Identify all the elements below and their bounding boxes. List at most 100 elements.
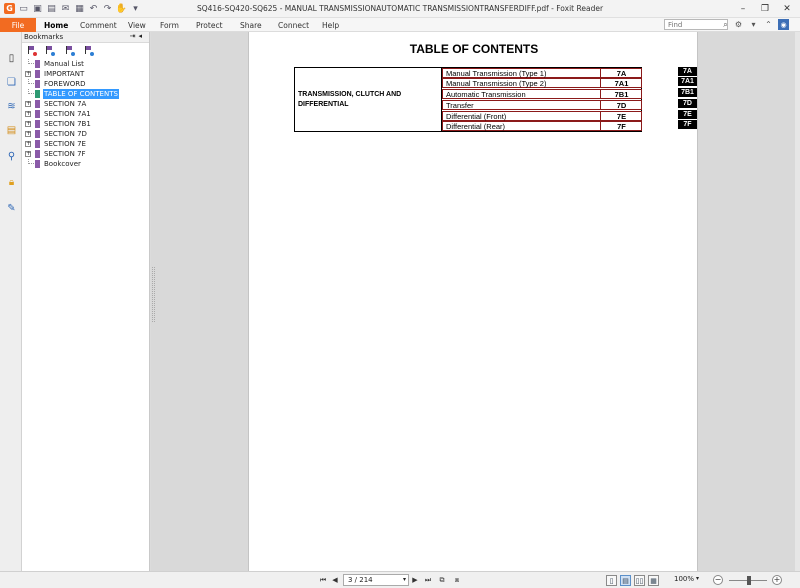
maximize-button[interactable]: ❐: [754, 1, 776, 16]
expand-icon[interactable]: ▾: [748, 19, 759, 30]
first-page-icon[interactable]: ⏮: [318, 575, 328, 585]
user-account-icon[interactable]: ◉: [778, 19, 789, 30]
bookmark-item[interactable]: FOREWORD: [22, 79, 149, 89]
toc-link-row[interactable]: Transfer 7D: [442, 100, 642, 110]
zoom-slider-thumb[interactable]: [747, 576, 751, 585]
bookmark-label[interactable]: SECTION 7F: [43, 149, 87, 159]
options-icon[interactable]: ⚙: [733, 19, 744, 30]
comments-icon[interactable]: ▤: [5, 124, 18, 137]
next-view-icon[interactable]: ⧈: [452, 575, 462, 585]
expand-toggle-icon[interactable]: +: [25, 141, 31, 147]
document-viewport[interactable]: TABLE OF CONTENTS TRANSMISSION, CLUTCH A…: [151, 32, 800, 571]
minimize-ribbon-icon[interactable]: ⌃: [763, 19, 774, 30]
bookmark-item-selected[interactable]: TABLE OF CONTENTS: [22, 89, 149, 99]
next-page-icon[interactable]: ▶: [410, 575, 420, 585]
toc-link-row[interactable]: Manual Transmission (Type 1) 7A: [442, 68, 642, 78]
previous-page-icon[interactable]: ◀: [330, 575, 340, 585]
previous-view-icon[interactable]: ⧉: [437, 575, 447, 585]
file-menu-button[interactable]: File: [0, 18, 36, 32]
toc-entry-code: 7F: [617, 122, 626, 131]
bookmark-item[interactable]: + SECTION 7E: [22, 139, 149, 149]
find-input[interactable]: [664, 19, 728, 30]
security-lock-icon[interactable]: 🔒︎: [5, 176, 18, 189]
bookmark-label[interactable]: SECTION 7A: [43, 99, 87, 109]
close-button[interactable]: ✕: [776, 1, 798, 16]
bookmark-item[interactable]: + IMPORTANT: [22, 69, 149, 79]
bookmark-options-icon[interactable]: [84, 46, 94, 56]
bookmark-icon: [35, 120, 40, 128]
expand-toggle-icon[interactable]: +: [25, 111, 31, 117]
tree-connector: [28, 59, 34, 64]
bookmark-label[interactable]: Bookcover: [43, 159, 82, 169]
zoom-out-icon[interactable]: −: [713, 575, 723, 585]
zoom-level: 100%: [674, 575, 695, 583]
tab-view[interactable]: View: [128, 18, 146, 32]
section-tab[interactable]: 7B1: [678, 88, 697, 97]
page-number-field[interactable]: 3 / 214 ▾: [343, 574, 409, 586]
toc-group-label: TRANSMISSION, CLUTCH AND DIFFERENTIAL: [298, 91, 402, 108]
bookmark-label[interactable]: FOREWORD: [43, 79, 87, 89]
tab-help[interactable]: Help: [322, 18, 339, 32]
bookmark-item[interactable]: + SECTION 7B1: [22, 119, 149, 129]
expand-bookmark-icon[interactable]: [45, 46, 55, 56]
bookmark-label[interactable]: SECTION 7E: [43, 139, 87, 149]
vertical-scrollbar[interactable]: [795, 32, 800, 571]
bookmark-item[interactable]: + SECTION 7A1: [22, 109, 149, 119]
window-controls: – ❐ ✕: [732, 1, 798, 16]
bookmark-label[interactable]: Manual List: [43, 59, 85, 69]
panel-splitter-handle[interactable]: [152, 267, 155, 322]
zoom-in-icon[interactable]: +: [772, 575, 782, 585]
zoom-dropdown-icon[interactable]: ▾: [696, 575, 699, 582]
tab-comment[interactable]: Comment: [80, 18, 117, 32]
bookmark-item[interactable]: + SECTION 7F: [22, 149, 149, 159]
toc-link-row[interactable]: Differential (Rear) 7F: [442, 121, 642, 131]
section-tab[interactable]: 7F: [678, 120, 697, 129]
chevron-down-icon[interactable]: ▾: [403, 575, 406, 585]
expand-toggle-icon[interactable]: +: [25, 131, 31, 137]
last-page-icon[interactable]: ⏭: [423, 575, 433, 585]
continuous-view-icon[interactable]: ▤: [620, 575, 631, 586]
bookmark-label[interactable]: SECTION 7B1: [43, 119, 92, 129]
bookmark-item[interactable]: + SECTION 7A: [22, 99, 149, 109]
expand-toggle-icon[interactable]: +: [25, 71, 31, 77]
attachments-icon[interactable]: ⚲: [5, 150, 18, 163]
facing-view-icon[interactable]: ▯▯: [634, 575, 645, 586]
signature-icon[interactable]: ✎: [5, 202, 18, 215]
bookmark-label[interactable]: IMPORTANT: [43, 69, 85, 79]
toc-link-row[interactable]: Differential (Front) 7E: [442, 111, 642, 121]
pages-thumbnail-icon[interactable]: ❏: [5, 76, 18, 89]
minimize-button[interactable]: –: [732, 1, 754, 16]
bookmark-label[interactable]: SECTION 7D: [43, 129, 88, 139]
section-tab[interactable]: 7A: [678, 67, 697, 76]
tab-form[interactable]: Form: [160, 18, 179, 32]
tree-connector: [28, 159, 34, 164]
new-bookmark-icon[interactable]: [27, 46, 37, 56]
panel-collapse-controls[interactable]: ⇥◂: [130, 32, 145, 40]
continuous-facing-view-icon[interactable]: ▦: [648, 575, 659, 586]
toc-link-row[interactable]: Manual Transmission (Type 2) 7A1: [442, 78, 642, 88]
collapse-bookmark-icon[interactable]: [65, 46, 75, 56]
tab-home[interactable]: Home: [44, 18, 68, 32]
section-tab[interactable]: 7A1: [678, 77, 697, 86]
pdf-page[interactable]: TABLE OF CONTENTS TRANSMISSION, CLUTCH A…: [248, 32, 698, 571]
bookmark-label[interactable]: TABLE OF CONTENTS: [43, 89, 119, 99]
tab-protect[interactable]: Protect: [196, 18, 223, 32]
single-page-view-icon[interactable]: ▯: [606, 575, 617, 586]
expand-toggle-icon[interactable]: +: [25, 151, 31, 157]
tab-share[interactable]: Share: [240, 18, 262, 32]
bookmark-item[interactable]: Bookcover: [22, 159, 149, 169]
page-icon[interactable]: ▯: [5, 52, 18, 65]
toc-link-row[interactable]: Automatic Transmission 7B1: [442, 89, 642, 99]
bookmark-label[interactable]: SECTION 7A1: [43, 109, 92, 119]
expand-toggle-icon[interactable]: +: [25, 121, 31, 127]
section-tab[interactable]: 7E: [678, 110, 697, 119]
layers-icon[interactable]: ≋: [5, 100, 18, 113]
bookmarks-header: Bookmarks ⇥◂: [22, 32, 149, 43]
tab-connect[interactable]: Connect: [278, 18, 309, 32]
section-tab[interactable]: 7D: [678, 99, 697, 108]
search-icon[interactable]: ⌕: [720, 19, 731, 30]
bookmark-item[interactable]: Manual List: [22, 59, 149, 69]
bookmark-icon: [35, 70, 40, 78]
bookmark-item[interactable]: + SECTION 7D: [22, 129, 149, 139]
expand-toggle-icon[interactable]: +: [25, 101, 31, 107]
